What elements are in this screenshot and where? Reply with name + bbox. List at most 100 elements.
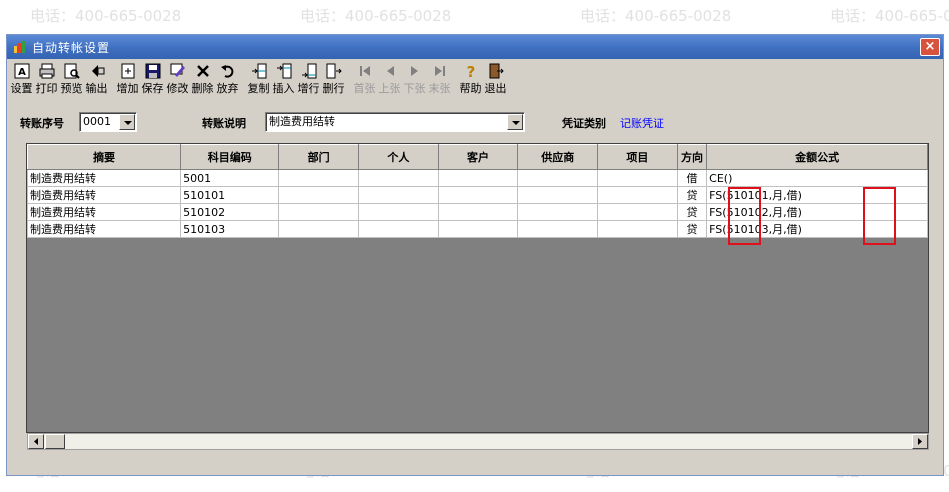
toolbar-button-delete-row[interactable]: 删行 — [321, 60, 346, 98]
toolbar-button-edit[interactable]: 修改 — [165, 60, 190, 98]
table-cell[interactable] — [517, 169, 599, 187]
table-cell[interactable] — [278, 220, 360, 238]
toolbar-button-undo[interactable]: 放弃 — [215, 60, 240, 98]
toolbar-button-copy-row[interactable]: 复制 — [246, 60, 271, 98]
table-cell[interactable] — [517, 220, 599, 238]
table-row[interactable]: 制造费用结转 5001 借 CE() — [27, 169, 928, 187]
voucher-type-label: 凭证类别 — [562, 117, 606, 130]
table-cell[interactable] — [358, 186, 439, 204]
copy-row-icon — [251, 63, 266, 79]
table-cell[interactable]: CE() — [706, 169, 928, 187]
toolbar-button-next[interactable]: 下张 — [402, 60, 427, 98]
toolbar-button-add[interactable]: 增加 — [115, 60, 140, 98]
edit-icon — [170, 63, 185, 77]
table-row[interactable]: 制造费用结转 510103 贷 FS(510103,月,借) — [27, 220, 928, 238]
toolbar-button-last[interactable]: 末张 — [427, 60, 452, 98]
table-cell[interactable]: 贷 — [676, 203, 708, 221]
table-cell[interactable] — [437, 220, 519, 238]
help-icon: ? — [466, 63, 475, 80]
toolbar-button-label: 输出 — [85, 82, 108, 95]
toolbar-button-label: 退出 — [484, 82, 507, 95]
column-header[interactable]: 部门 — [278, 144, 360, 170]
scroll-right-button[interactable] — [912, 434, 928, 449]
column-header[interactable]: 个人 — [358, 144, 439, 170]
table-cell[interactable] — [517, 186, 599, 204]
table-cell[interactable]: 510102 — [180, 203, 280, 221]
transfer-seq-select[interactable]: 0001 — [79, 112, 137, 132]
column-header[interactable]: 科目编码 — [180, 144, 280, 170]
table-cell[interactable]: 贷 — [676, 220, 708, 238]
preview-icon — [64, 63, 80, 79]
column-header[interactable]: 方向 — [676, 144, 708, 170]
toolbar-button-label: 下张 — [403, 82, 426, 95]
svg-text:?: ? — [466, 63, 475, 80]
app-icon — [14, 41, 25, 53]
toolbar-button-help[interactable]: ? 帮助 — [458, 60, 483, 98]
table-cell[interactable] — [597, 203, 678, 221]
table-cell[interactable]: 制造费用结转 — [27, 169, 182, 187]
toolbar-button-print[interactable]: 打印 — [34, 60, 59, 98]
next-icon — [410, 66, 418, 76]
table-cell[interactable] — [437, 203, 519, 221]
voucher-type-value[interactable]: 记账凭证 — [620, 115, 664, 131]
title-bar[interactable]: 自动转帐设置 × — [7, 35, 943, 59]
toolbar-button-exit[interactable]: 退出 — [483, 60, 508, 98]
exit-icon — [489, 63, 504, 79]
toolbar-button-label: 预览 — [60, 82, 83, 95]
table-row[interactable]: 制造费用结转 510101 贷 FS(510101,月,借) — [27, 186, 928, 204]
toolbar-button-label: 插入 — [272, 82, 295, 95]
scroll-thumb[interactable] — [45, 434, 65, 449]
table-cell[interactable] — [278, 203, 360, 221]
table-cell[interactable] — [437, 169, 519, 187]
toolbar-button-settings[interactable]: A 设置 — [9, 60, 34, 98]
table-cell[interactable]: 借 — [676, 169, 708, 187]
toolbar-button-export[interactable]: 输出 — [84, 60, 109, 98]
delete-row-icon — [326, 63, 342, 79]
transfer-desc-select[interactable]: 制造费用结转 — [265, 112, 525, 132]
toolbar-button-insert-row[interactable]: 插入 — [271, 60, 296, 98]
toolbar-button-add-row[interactable]: 增行 — [296, 60, 321, 98]
chevron-down-icon[interactable] — [119, 114, 135, 130]
table-cell[interactable]: 制造费用结转 — [27, 220, 182, 238]
column-header[interactable]: 供应商 — [517, 144, 599, 170]
insert-row-icon — [276, 63, 291, 79]
table-cell[interactable]: 制造费用结转 — [27, 186, 182, 204]
toolbar-button-label: 放弃 — [216, 82, 239, 95]
chevron-down-icon[interactable] — [507, 114, 523, 130]
chevron-left-icon — [34, 438, 38, 445]
table-cell[interactable]: 510103 — [180, 220, 280, 238]
horizontal-scrollbar[interactable] — [27, 433, 929, 450]
table-cell[interactable]: 5001 — [180, 169, 280, 187]
toolbar-button-first[interactable]: 首张 — [352, 60, 377, 98]
watermark-phone: 电话：400-665-0028 — [580, 7, 732, 25]
table-cell[interactable] — [597, 220, 678, 238]
table-cell[interactable] — [437, 186, 519, 204]
toolbar-button-label: 设置 — [10, 82, 33, 95]
table-cell[interactable]: 制造费用结转 — [27, 203, 182, 221]
table-cell[interactable]: 贷 — [676, 186, 708, 204]
transfer-desc-label: 转账说明 — [202, 117, 246, 130]
table-cell[interactable] — [358, 203, 439, 221]
toolbar: A 设置 打印 预览 输出 增加 保存 修改 删除 放弃 复制 插入 增行 删行 首张 上张 下张 末张? 帮助 退出 — [7, 60, 508, 100]
toolbar-button-preview[interactable]: 预览 — [59, 60, 84, 98]
column-header[interactable]: 客户 — [437, 144, 519, 170]
formula-direction-highlight-box — [863, 187, 896, 245]
table-cell[interactable] — [278, 186, 360, 204]
toolbar-button-save[interactable]: 保存 — [140, 60, 165, 98]
table-cell[interactable] — [597, 169, 678, 187]
scroll-left-button[interactable] — [28, 434, 44, 449]
toolbar-button-prev[interactable]: 上张 — [377, 60, 402, 98]
table-cell[interactable] — [597, 186, 678, 204]
table-cell[interactable] — [517, 203, 599, 221]
column-header[interactable]: 金额公式 — [706, 144, 928, 170]
table-cell[interactable] — [358, 169, 439, 187]
column-header[interactable]: 摘要 — [27, 144, 182, 170]
close-button[interactable]: × — [920, 38, 940, 56]
column-header[interactable]: 项目 — [597, 144, 678, 170]
table-cell[interactable]: 510101 — [180, 186, 280, 204]
table-row[interactable]: 制造费用结转 510102 贷 FS(510102,月,借) — [27, 203, 928, 221]
table-cell[interactable] — [358, 220, 439, 238]
watermark-phone: 电话：400-665-0028 — [30, 7, 182, 25]
table-cell[interactable] — [278, 169, 360, 187]
toolbar-button-delete[interactable]: 删除 — [190, 60, 215, 98]
